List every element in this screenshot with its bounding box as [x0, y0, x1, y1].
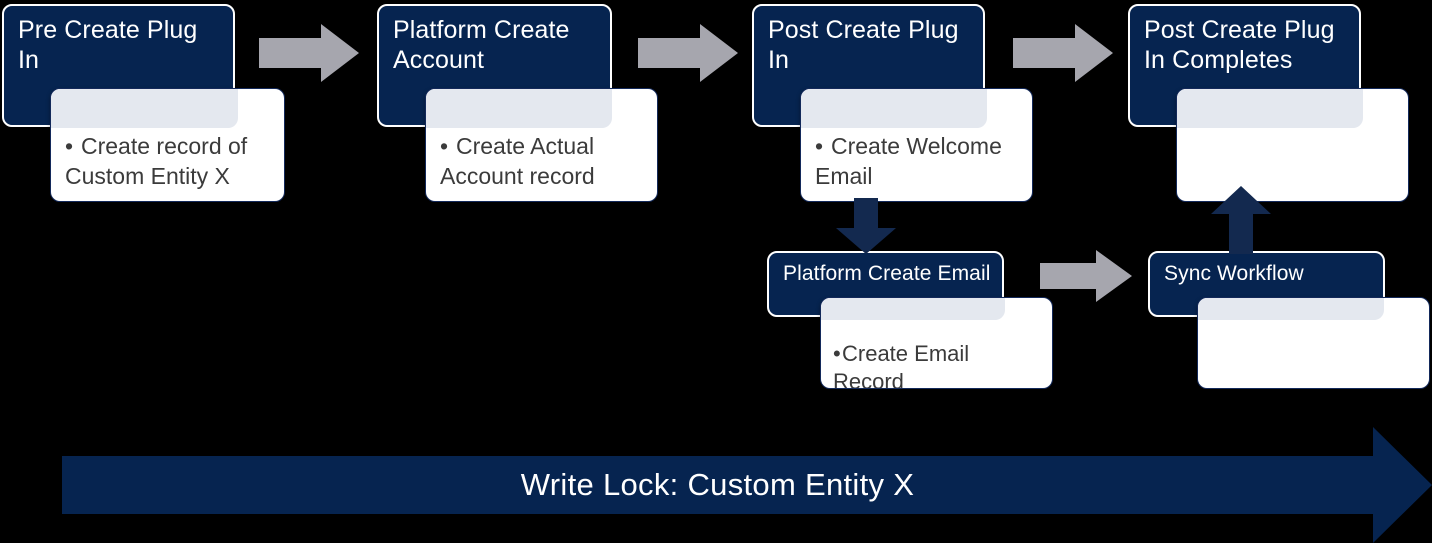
stage-title-post-create-plug-in: Post Create Plug In	[768, 16, 959, 74]
detail-text: Create Email Record	[833, 341, 970, 389]
detail-card-pre-create-plug-in[interactable]: • Create record of Custom Entity X	[50, 88, 285, 202]
detail-card-text-sync-workflow	[1198, 298, 1429, 368]
arrow-post-to-completes-icon	[1013, 24, 1113, 82]
diagram-canvas: Pre Create Plug In • Create record of Cus…	[0, 0, 1432, 543]
detail-card-post-create-plug-in-completes[interactable]	[1176, 88, 1409, 202]
stage-title-pre-create-plug-in: Pre Create Plug In	[18, 16, 198, 74]
detail-text: Create record of Custom Entity X	[65, 133, 248, 189]
detail-card-text-pre-create-plug-in: • Create record of Custom Entity X	[51, 89, 284, 191]
stage-title-platform-create-email: Platform Create Email	[783, 262, 991, 285]
stage-title-platform-create-account: Platform Create Account	[393, 16, 570, 74]
detail-card-platform-create-account[interactable]: • Create Actual Account record	[425, 88, 658, 202]
bullet-icon: •	[833, 341, 841, 366]
arrow-pre-to-platform-icon	[259, 24, 359, 82]
bullet-icon: •	[65, 133, 74, 159]
detail-card-text-platform-create-email: •Create Email Record	[821, 298, 1052, 389]
stage-title-sync-workflow: Sync Workflow	[1164, 262, 1304, 285]
detail-card-text-post-create-plug-in-completes	[1177, 89, 1408, 161]
arrow-post-down-to-email-icon	[836, 198, 896, 254]
bullet-icon: •	[440, 133, 449, 159]
write-lock-arrow-shape	[62, 427, 1432, 543]
arrow-sync-up-to-completes-icon	[1211, 186, 1271, 254]
detail-text: Create Welcome Email	[815, 133, 1002, 189]
detail-card-text-post-create-plug-in: • Create Welcome Email	[801, 89, 1032, 191]
detail-text: Create Actual Account record	[440, 133, 595, 189]
arrow-platform-to-post-icon	[638, 24, 738, 82]
detail-card-platform-create-email[interactable]: •Create Email Record	[820, 297, 1053, 389]
stage-title-post-create-plug-in-completes: Post Create Plug In Completes	[1144, 16, 1335, 74]
write-lock-banner: Write Lock: Custom Entity X	[62, 427, 1432, 543]
detail-card-text-platform-create-account: • Create Actual Account record	[426, 89, 657, 191]
arrow-email-to-sync-icon	[1040, 250, 1132, 302]
detail-card-sync-workflow[interactable]	[1197, 297, 1430, 389]
bullet-icon: •	[815, 133, 824, 159]
detail-card-post-create-plug-in[interactable]: • Create Welcome Email	[800, 88, 1033, 202]
